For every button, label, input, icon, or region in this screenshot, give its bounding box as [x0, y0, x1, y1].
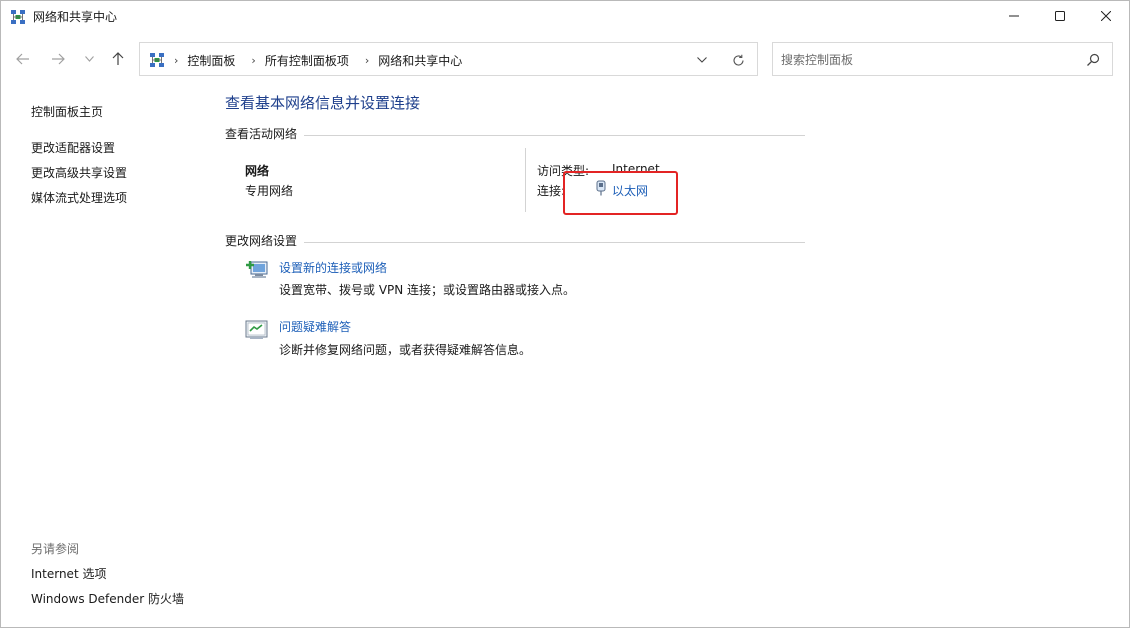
setup-new-connection-link[interactable]: 设置新的连接或网络 [279, 259, 387, 276]
internet-options-link[interactable]: Internet 选项 [31, 565, 106, 582]
breadcrumb-separator[interactable]: › [174, 54, 178, 67]
breadcrumb-network-center[interactable]: 网络和共享中心 [378, 52, 462, 69]
maximize-icon [1055, 11, 1065, 21]
maximize-button[interactable] [1037, 1, 1083, 31]
annotation-highlight-box [563, 171, 678, 215]
search-input[interactable] [781, 51, 1071, 69]
chevron-down-icon [697, 57, 707, 63]
breadcrumb-all-items[interactable]: 所有控制面板项 [265, 52, 349, 69]
breadcrumb-control-panel[interactable]: 控制面板 [187, 52, 235, 69]
window: 网络和共享中心 › 控制面板 › 所有控制面板项 › 网络和共享中心 搜索控制面… [0, 0, 1130, 628]
change-settings-heading: 更改网络设置 [225, 234, 298, 248]
arrow-left-icon [16, 53, 29, 65]
arrow-right-icon [52, 53, 65, 65]
minimize-button[interactable] [991, 1, 1037, 31]
arrow-up-icon [112, 52, 124, 65]
breadcrumb-separator[interactable]: › [365, 54, 369, 67]
network-name: 网络 [245, 164, 270, 178]
active-networks-heading: 查看活动网络 [225, 127, 298, 141]
vertical-divider [525, 148, 526, 212]
network-profile: 专用网络 [245, 184, 294, 198]
address-bar[interactable]: › 控制面板 › 所有控制面板项 › 网络和共享中心 [139, 42, 758, 76]
network-center-icon [150, 53, 164, 67]
refresh-icon [732, 54, 744, 66]
control-panel-home-link[interactable]: 控制面板主页 [31, 103, 103, 120]
close-icon [1101, 11, 1111, 21]
recent-locations-button[interactable] [76, 46, 102, 72]
search-icon[interactable] [1085, 52, 1101, 68]
close-button[interactable] [1083, 1, 1129, 31]
section-divider [304, 135, 805, 136]
see-also-heading: 另请参阅 [31, 542, 80, 556]
window-title: 网络和共享中心 [33, 10, 118, 24]
address-dropdown-button[interactable] [693, 51, 711, 69]
search-box[interactable] [772, 42, 1113, 76]
defender-firewall-link[interactable]: Windows Defender 防火墙 [31, 590, 184, 607]
troubleshoot-icon [245, 320, 268, 339]
breadcrumb-separator[interactable]: › [251, 54, 255, 67]
change-advanced-sharing-link[interactable]: 更改高级共享设置 [31, 164, 127, 181]
section-divider [304, 242, 805, 243]
breadcrumb: › 控制面板 › 所有控制面板项 › 网络和共享中心 [172, 52, 476, 69]
troubleshoot-description: 诊断并修复网络问题，或者获得疑难解答信息。 [279, 343, 532, 357]
minimize-icon [1009, 15, 1019, 17]
up-button[interactable] [105, 46, 131, 72]
media-streaming-options-link[interactable]: 媒体流式处理选项 [31, 189, 127, 206]
troubleshoot-link[interactable]: 问题疑难解答 [279, 318, 351, 335]
back-button[interactable] [10, 46, 36, 72]
network-center-icon [11, 10, 25, 24]
chevron-down-icon [84, 56, 94, 62]
connection-label: 连接: [537, 184, 566, 198]
page-title: 查看基本网络信息并设置连接 [225, 94, 421, 112]
new-connection-icon [246, 261, 268, 278]
refresh-button[interactable] [728, 51, 748, 69]
change-adapter-settings-link[interactable]: 更改适配器设置 [31, 139, 115, 156]
title-bar: 网络和共享中心 [1, 1, 1129, 31]
forward-button[interactable] [45, 46, 71, 72]
setup-new-connection-description: 设置宽带、拨号或 VPN 连接；或设置路由器或接入点。 [279, 283, 576, 297]
